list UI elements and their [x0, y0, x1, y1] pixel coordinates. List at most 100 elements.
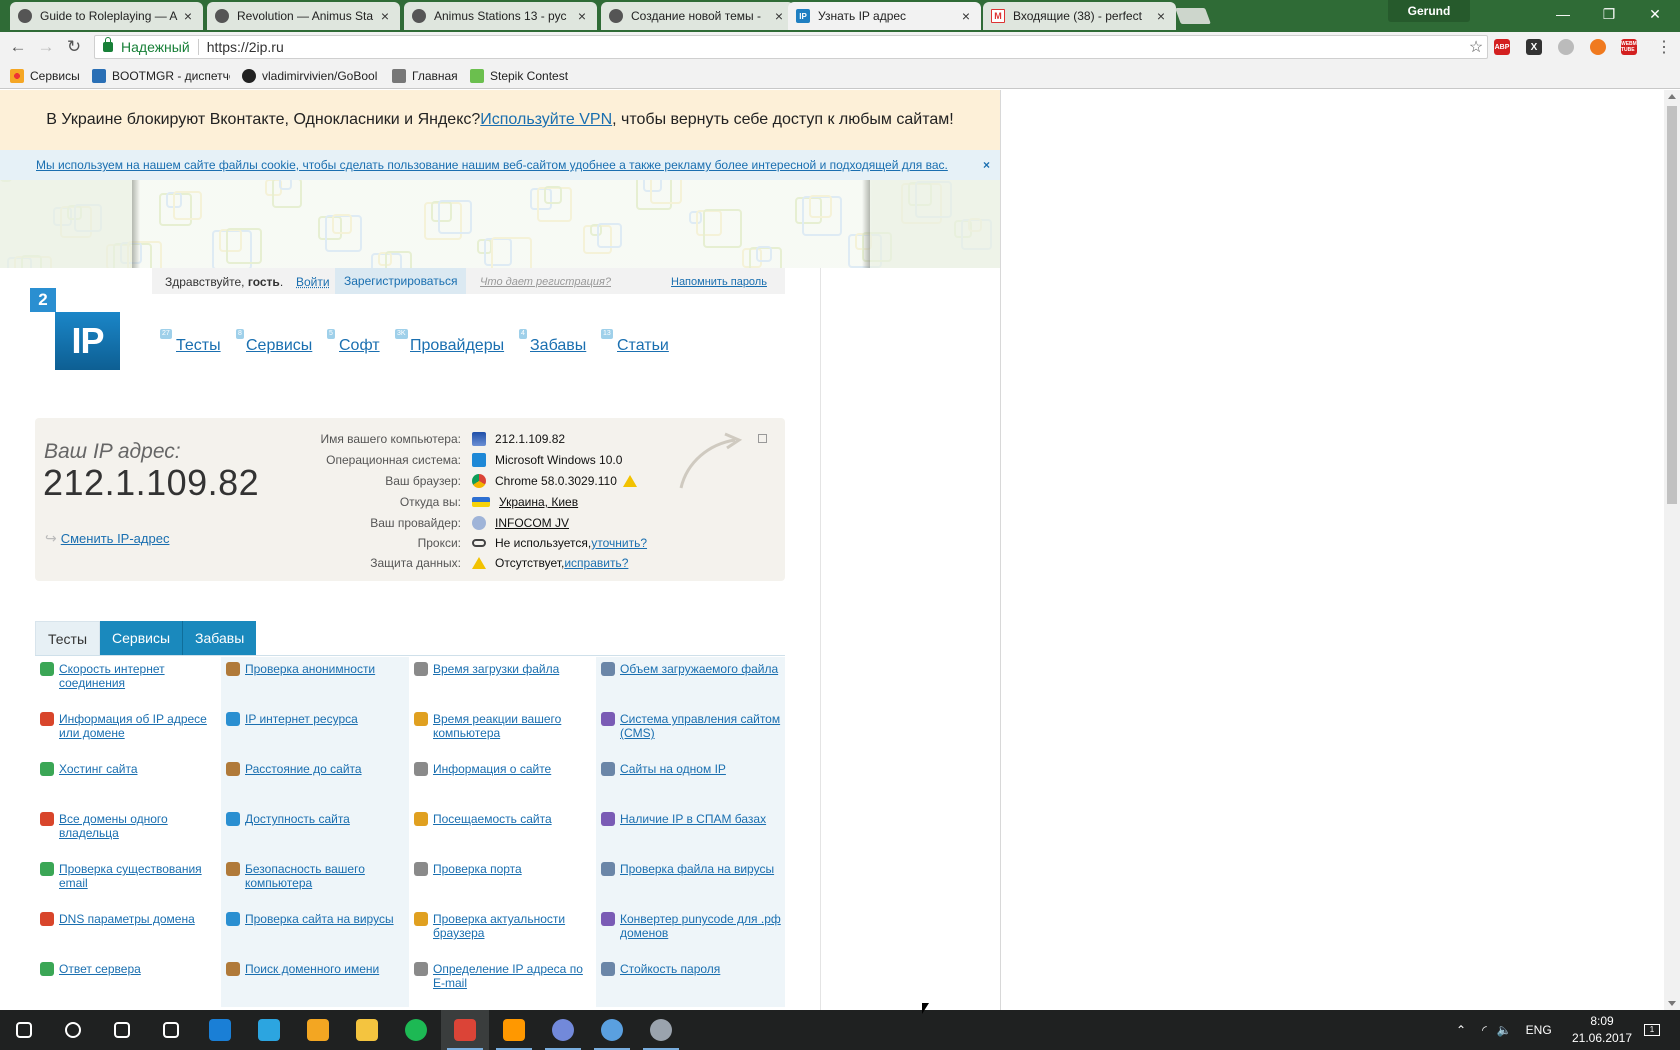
minimize-icon[interactable]: — [1540, 0, 1586, 28]
nav-software[interactable]: Софт [339, 337, 380, 355]
gray-ext-icon[interactable] [1558, 39, 1574, 55]
service-link[interactable]: Все домены одного владельца [59, 812, 221, 840]
service-cell[interactable]: DNS параметры домена [35, 907, 221, 957]
service-link[interactable]: Поиск доменного имени [245, 962, 379, 976]
service-cell[interactable]: Проверка анонимности [221, 657, 409, 707]
service-cell[interactable]: Проверка сайта на вирусы [221, 907, 409, 957]
service-link[interactable]: Проверка порта [433, 862, 522, 876]
forward-icon[interactable]: → [34, 35, 58, 59]
service-cell[interactable]: Проверка актуальности браузера [409, 907, 596, 957]
nav-providers[interactable]: Провайдеры [410, 337, 504, 355]
change-ip-link[interactable]: Сменить IP-адрес [61, 531, 170, 546]
browser-tab[interactable]: Animus Stations 13 - рус × [404, 2, 597, 30]
change-ip[interactable]: ↪ Сменить IP-адрес [45, 530, 169, 547]
service-link[interactable]: Наличие IP в СПАМ базах [620, 812, 766, 826]
service-cell[interactable]: Хостинг сайта [35, 757, 221, 807]
language-indicator[interactable]: ENG [1526, 1023, 1552, 1037]
taskbar-chrome-button[interactable] [441, 1010, 489, 1050]
service-link[interactable]: Доступность сайта [245, 812, 350, 826]
page-scrollbar[interactable] [1664, 90, 1680, 1010]
clarify-link[interactable]: уточнить? [591, 536, 647, 550]
bookmark-apps[interactable]: Сервисы [10, 67, 86, 85]
service-cell[interactable]: Проверка файла на вирусы [596, 857, 785, 907]
back-icon[interactable]: ← [6, 35, 30, 59]
taskbar-network-app-button[interactable] [588, 1010, 636, 1050]
orange-ext-icon[interactable] [1590, 39, 1606, 55]
profile-button[interactable]: Gerund [1388, 0, 1470, 22]
vpn-link[interactable]: Используйте VPN [480, 111, 612, 129]
fix-link[interactable]: исправить? [564, 556, 628, 570]
close-icon[interactable]: × [181, 8, 195, 24]
browser-tab[interactable]: M Входящие (38) - perfect × [983, 2, 1176, 30]
address-bar[interactable]: Надежный https://2ip.ru ☆ [94, 35, 1488, 59]
browser-tab[interactable]: Revolution — Animus Sta × [207, 2, 400, 30]
bookmark-stepik[interactable]: Stepik Contest [470, 67, 580, 85]
chevron-up-icon[interactable]: ⌃ [1456, 1023, 1466, 1037]
tab-fun[interactable]: Забавы [182, 621, 257, 655]
provider-link[interactable]: INFOCOM JV [495, 516, 569, 530]
nav-services[interactable]: Сервисы [246, 337, 312, 355]
service-cell[interactable]: Время реакции вашего компьютера [409, 707, 596, 757]
close-icon[interactable]: × [1154, 8, 1168, 24]
service-cell[interactable]: Стойкость пароля [596, 957, 785, 1007]
service-link[interactable]: Посещаемость сайта [433, 812, 552, 826]
taskbar-edge-button[interactable] [196, 1010, 244, 1050]
service-link[interactable]: Скорость интернет соединения [59, 662, 221, 690]
service-cell[interactable]: Информация о сайте [409, 757, 596, 807]
service-cell[interactable]: Время загрузки файла [409, 657, 596, 707]
service-link[interactable]: Система управления сайтом (CMS) [620, 712, 785, 740]
service-link[interactable]: Информация о сайте [433, 762, 551, 776]
reload-icon[interactable]: ↻ [62, 35, 86, 59]
service-link[interactable]: Ответ сервера [59, 962, 141, 976]
adblock-icon[interactable]: ABP [1494, 39, 1510, 55]
service-link[interactable]: Проверка анонимности [245, 662, 375, 676]
new-tab-button[interactable] [1175, 8, 1211, 24]
scrollbar-thumb[interactable] [1667, 106, 1677, 504]
bookmark-github[interactable]: vladimirvivien/GoBool [242, 67, 380, 85]
taskbar-file-explorer-button[interactable] [343, 1010, 391, 1050]
close-icon[interactable]: × [575, 8, 589, 24]
menu-icon[interactable]: ⋮ [1652, 35, 1676, 59]
register-button[interactable]: Зарегистрироваться [335, 268, 467, 294]
service-cell[interactable]: Проверка существования email [35, 857, 221, 907]
service-cell[interactable]: IP интернет ресурса [221, 707, 409, 757]
taskbar-search-button[interactable] [49, 1010, 97, 1050]
taskbar-media-player-button[interactable] [294, 1010, 342, 1050]
service-link[interactable]: Расстояние до сайта [245, 762, 362, 776]
taskbar-store-button[interactable] [147, 1010, 195, 1050]
close-icon[interactable]: × [378, 8, 392, 24]
service-link[interactable]: Проверка актуальности браузера [433, 912, 596, 940]
bookmark-main[interactable]: Главная [392, 67, 462, 85]
service-cell[interactable]: Конвертер punycode для .рф доменов [596, 907, 785, 957]
service-cell[interactable]: Скорость интернет соединения [35, 657, 221, 707]
service-link[interactable]: IP интернет ресурса [245, 712, 358, 726]
service-link[interactable]: Определение IP адреса по E-mail [433, 962, 596, 990]
service-cell[interactable]: Проверка порта [409, 857, 596, 907]
service-link[interactable]: Конвертер punycode для .рф доменов [620, 912, 785, 940]
service-link[interactable]: Информация об IP адресе или домене [59, 712, 221, 740]
bookmark-bootmgr[interactable]: BOOTMGR - диспетче [92, 67, 230, 85]
service-link[interactable]: Сайты на одном IP [620, 762, 726, 776]
service-cell[interactable]: Наличие IP в СПАМ базах [596, 807, 785, 857]
taskbar-steam-button[interactable] [637, 1010, 685, 1050]
login-link[interactable]: Войти [296, 275, 330, 289]
taskbar-start-button[interactable] [0, 1010, 48, 1050]
service-cell[interactable]: Информация об IP адресе или домене [35, 707, 221, 757]
nav-articles[interactable]: Статьи [617, 337, 669, 355]
tab-tests[interactable]: Тесты [35, 621, 101, 655]
wifi-icon[interactable]: ◜ [1482, 1023, 1487, 1037]
service-cell[interactable]: Доступность сайта [221, 807, 409, 857]
tab-services[interactable]: Сервисы [100, 621, 183, 655]
service-link[interactable]: Проверка сайта на вирусы [245, 912, 394, 926]
taskbar-sublime-text-button[interactable] [490, 1010, 538, 1050]
service-cell[interactable]: Ответ сервера [35, 957, 221, 1007]
restore-icon[interactable]: ❐ [1586, 0, 1632, 28]
taskbar-discord-button[interactable] [539, 1010, 587, 1050]
service-cell[interactable]: Определение IP адреса по E-mail [409, 957, 596, 1007]
close-icon[interactable]: × [959, 8, 973, 24]
service-cell[interactable]: Все домены одного владельца [35, 807, 221, 857]
logo-badge[interactable]: 2 [30, 288, 56, 312]
service-link[interactable]: Стойкость пароля [620, 962, 720, 976]
service-cell[interactable]: Расстояние до сайта [221, 757, 409, 807]
cookie-text-link[interactable]: Мы используем на нашем сайте файлы cooki… [36, 158, 948, 172]
